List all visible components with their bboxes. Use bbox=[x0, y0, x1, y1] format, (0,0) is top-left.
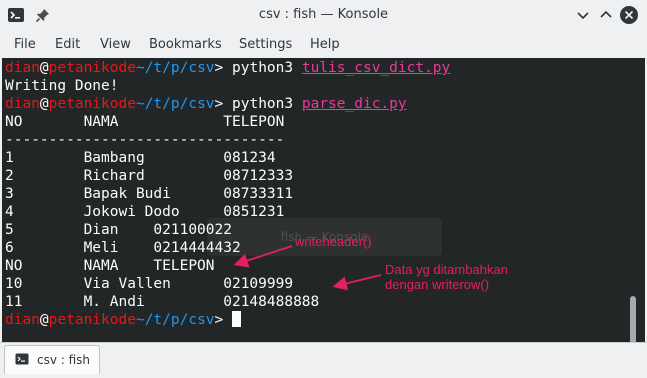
annotation-arrows bbox=[233, 245, 382, 291]
tab-bar: csv : fish bbox=[0, 342, 647, 378]
arrow-writeheader bbox=[233, 245, 293, 268]
terminal-icon bbox=[15, 353, 29, 365]
tab-label: csv : fish bbox=[37, 353, 91, 367]
tab-csv-fish[interactable]: csv : fish bbox=[4, 345, 100, 374]
arrow-writerow bbox=[332, 274, 382, 291]
